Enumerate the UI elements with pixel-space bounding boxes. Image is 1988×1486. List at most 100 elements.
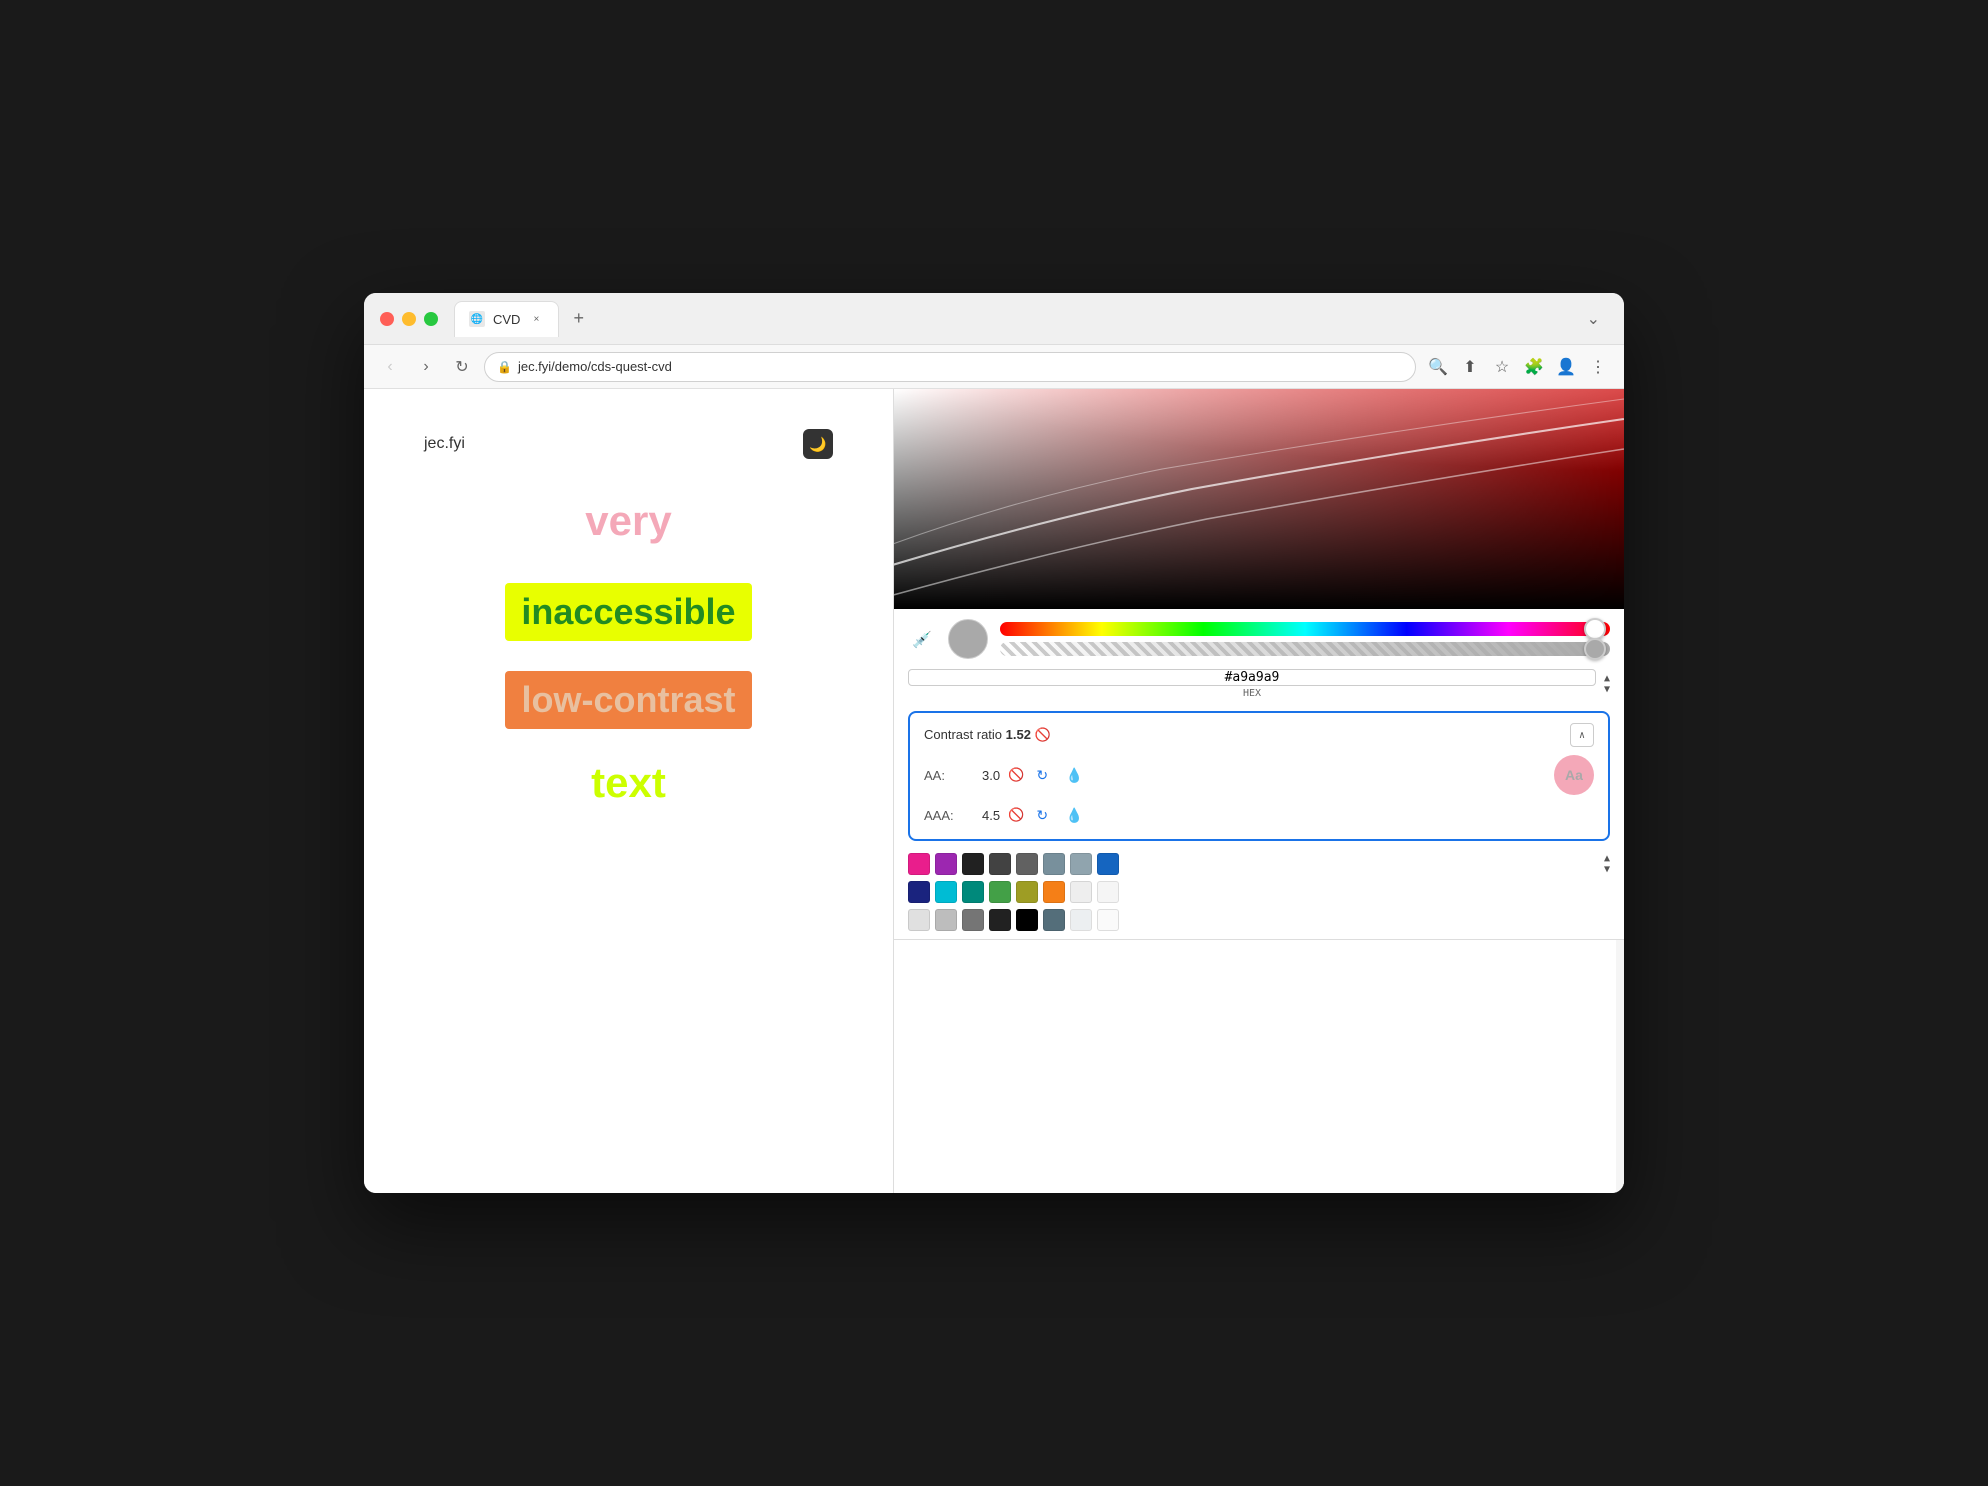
color-gradient-canvas[interactable] — [894, 389, 1624, 609]
tab-label: CVD — [493, 312, 520, 327]
aaa-fix-button[interactable]: ↻ — [1032, 805, 1052, 825]
contrast-fail-icon: 🚫 — [1035, 727, 1051, 742]
swatch-white[interactable] — [1097, 909, 1119, 931]
color-sliders — [1000, 622, 1610, 656]
refresh-button[interactable]: ↻ — [448, 353, 476, 381]
devtools-panel: ↖ ⬚ ⚙ ⋮ ✕ — [894, 389, 1624, 1193]
demo-very: very — [424, 489, 833, 553]
eyedropper-button[interactable]: 💉 — [908, 625, 936, 653]
titlebar: 🌐 CVD × + ⌄ — [364, 293, 1624, 345]
swatch-row-2 — [908, 881, 1610, 903]
contrast-rows: AA: 3.0 🚫 ↻ 💧 Aa AAA: 4.5 🚫 ↻ � — [924, 755, 1594, 829]
demo-inaccessible: inaccessible — [424, 583, 833, 641]
aa-fail-icon: 🚫 — [1008, 767, 1024, 783]
bookmark-button[interactable]: ☆ — [1488, 353, 1516, 381]
swatch-darkblue[interactable] — [908, 881, 930, 903]
url-bar[interactable]: 🔒 jec.fyi/demo/cds-quest-cvd — [484, 352, 1416, 382]
maximize-button[interactable] — [424, 312, 438, 326]
swatch-blue[interactable] — [1097, 853, 1119, 875]
forward-button[interactable]: › — [412, 353, 440, 381]
swatch-gray2[interactable] — [908, 909, 930, 931]
lock-icon: 🔒 — [497, 360, 512, 374]
share-button[interactable]: ⬆ — [1456, 353, 1484, 381]
swatch-slategray[interactable] — [1043, 909, 1065, 931]
tab-cvd[interactable]: 🌐 CVD × — [454, 301, 559, 337]
color-swatches: ▲▼ — [894, 845, 1624, 939]
aa-fix-button[interactable]: ↻ — [1032, 765, 1052, 785]
address-bar: ‹ › ↻ 🔒 jec.fyi/demo/cds-quest-cvd 🔍 ⬆ ☆… — [364, 345, 1624, 389]
new-tab-button[interactable]: + — [563, 304, 594, 333]
webpage-content: jec.fyi 🌙 very inaccessible low-contrast… — [364, 389, 894, 1193]
alpha-slider[interactable] — [1000, 642, 1610, 656]
low-contrast-text: low-contrast — [505, 671, 751, 729]
aa-preview: Aa — [1554, 755, 1594, 795]
hue-slider[interactable] — [1000, 622, 1610, 636]
browser-window: 🌐 CVD × + ⌄ ‹ › ↻ 🔒 jec.fyi/demo/cds-que… — [364, 293, 1624, 1193]
swatch-gray3[interactable] — [935, 909, 957, 931]
swatch-cyan[interactable] — [935, 881, 957, 903]
very-text: very — [569, 489, 687, 553]
swatch-gray1[interactable] — [1016, 853, 1038, 875]
swatch-gray4[interactable] — [962, 909, 984, 931]
url-text: jec.fyi/demo/cds-quest-cvd — [518, 359, 1403, 374]
swatch-amber[interactable] — [1043, 881, 1065, 903]
swatch-offwhite[interactable] — [1070, 909, 1092, 931]
menu-button[interactable]: ⋮ — [1584, 353, 1612, 381]
format-switcher[interactable]: ▲▼ — [1604, 673, 1610, 695]
minimize-button[interactable] — [402, 312, 416, 326]
aa-eyedropper[interactable]: 💧 — [1060, 761, 1088, 789]
aaa-row: AAA: 4.5 🚫 ↻ 💧 — [924, 801, 1594, 829]
color-picker: 💉 HEX ▲▼ — [894, 389, 1624, 940]
site-title: jec.fyi — [424, 435, 465, 453]
swatch-lightgray1[interactable] — [1070, 881, 1092, 903]
dark-mode-toggle[interactable]: 🌙 — [803, 429, 833, 459]
swatch-darkgray2[interactable] — [989, 853, 1011, 875]
aaa-eyedropper[interactable]: 💧 — [1060, 801, 1088, 829]
swatch-purple[interactable] — [935, 853, 957, 875]
aa-label: AA: — [924, 768, 974, 783]
close-button[interactable] — [380, 312, 394, 326]
extensions-button[interactable]: 🧩 — [1520, 353, 1548, 381]
color-preview-circle — [948, 619, 988, 659]
swatch-pink[interactable] — [908, 853, 930, 875]
search-button[interactable]: 🔍 — [1424, 353, 1452, 381]
contrast-title: Contrast ratio 1.52 🚫 — [924, 727, 1051, 743]
contrast-header: Contrast ratio 1.52 🚫 ∧ — [924, 723, 1594, 747]
inaccessible-text: inaccessible — [505, 583, 751, 641]
site-header: jec.fyi 🌙 — [424, 429, 833, 459]
swatch-bluegray[interactable] — [1043, 853, 1065, 875]
hex-input[interactable] — [908, 669, 1596, 686]
swatch-row-1: ▲▼ — [908, 853, 1610, 875]
contrast-ratio-value: 1.52 — [1006, 727, 1031, 742]
profile-icon[interactable]: 👤 — [1552, 353, 1580, 381]
aa-row: AA: 3.0 🚫 ↻ 💧 Aa — [924, 755, 1594, 795]
content-area: jec.fyi 🌙 very inaccessible low-contrast… — [364, 389, 1624, 1193]
demo-text: text — [424, 759, 833, 807]
curve-lines — [894, 389, 1624, 609]
tab-close-button[interactable]: × — [528, 311, 544, 327]
swatch-teal[interactable] — [962, 881, 984, 903]
aaa-value: 4.5 — [982, 808, 1000, 823]
tab-bar: 🌐 CVD × + ⌄ — [454, 301, 1608, 337]
text-text: text — [591, 759, 666, 807]
hex-group: HEX — [908, 669, 1596, 699]
aa-value: 3.0 — [982, 768, 1000, 783]
tab-menu-button[interactable]: ⌄ — [1579, 305, 1608, 333]
contrast-collapse-button[interactable]: ∧ — [1570, 723, 1594, 747]
contrast-ratio-panel: Contrast ratio 1.52 🚫 ∧ AA: 3.0 🚫 ↻ 💧 A — [908, 711, 1610, 841]
swatch-row-3 — [908, 909, 1610, 931]
hex-label: HEX — [908, 688, 1596, 699]
swatch-lightbluegray[interactable] — [1070, 853, 1092, 875]
swatch-olive[interactable] — [1016, 881, 1038, 903]
swatch-black[interactable] — [1016, 909, 1038, 931]
swatch-scroll-arrows[interactable]: ▲▼ — [1604, 853, 1610, 875]
aaa-fail-icon: 🚫 — [1008, 807, 1024, 823]
swatch-lightgray2[interactable] — [1097, 881, 1119, 903]
swatch-darkgray1[interactable] — [962, 853, 984, 875]
back-button[interactable]: ‹ — [376, 353, 404, 381]
aaa-label: AAA: — [924, 808, 974, 823]
swatch-darkgray3[interactable] — [989, 909, 1011, 931]
swatch-green[interactable] — [989, 881, 1011, 903]
browser-toolbar: 🔍 ⬆ ☆ 🧩 👤 ⋮ — [1424, 353, 1612, 381]
picker-controls: 💉 — [894, 609, 1624, 669]
